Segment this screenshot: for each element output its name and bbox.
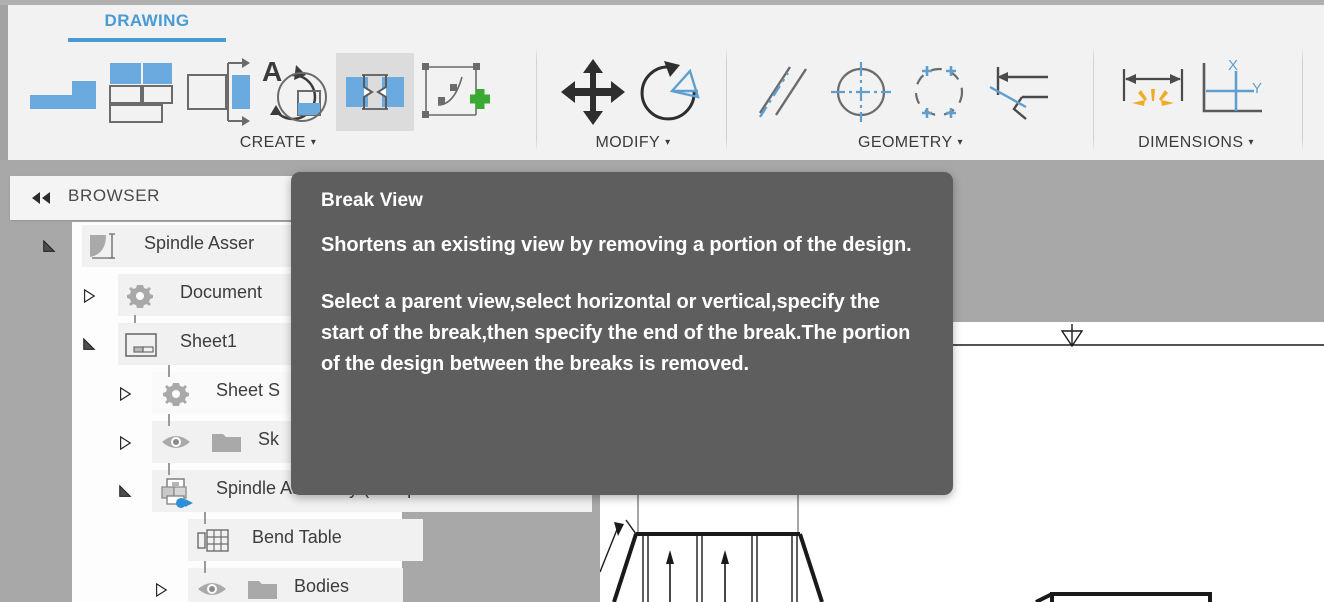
ribbon-divider-2 <box>726 47 727 152</box>
ribbon-toolbar: DRAWING A CREATE ▾ MODIFY ▾ GEOMETRY ▾ X… <box>8 5 1324 160</box>
tooltip-title: Break View <box>321 190 424 211</box>
center-mark-icon <box>831 62 891 122</box>
expander-expanded-icon[interactable] <box>82 336 96 354</box>
tree-label: Sheet1 <box>180 331 238 351</box>
window-left-strip <box>0 5 8 160</box>
chevron-down-icon: ▾ <box>1248 137 1254 148</box>
detail-view-icon <box>422 63 490 118</box>
ribbon-button-dimension[interactable] <box>1114 53 1192 131</box>
browser-title: BROWSER <box>68 186 161 205</box>
ribbon-group-label-geometry[interactable]: GEOMETRY ▾ <box>738 134 1083 152</box>
eye-icon[interactable] <box>196 575 228 602</box>
chevron-down-icon: ▾ <box>665 137 671 148</box>
chevron-down-icon: ▾ <box>310 137 317 148</box>
tree-label: Document <box>180 282 263 302</box>
ribbon-group-label-create[interactable]: CREATE ▾ <box>20 134 536 152</box>
tooltip-break-view: Break View Shortens an existing view by … <box>291 172 953 495</box>
tree-label: Sk <box>258 429 280 449</box>
view-icon <box>161 478 193 508</box>
base-view-icon <box>30 81 96 109</box>
tree-label: Spindle Asser <box>144 233 255 253</box>
ribbon-group-dimensions: X Y DIMENSIONS ▾ <box>1106 5 1286 160</box>
ribbon-button-base-view[interactable] <box>24 53 102 131</box>
ribbon-group-label-modify[interactable]: MODIFY ▾ <box>548 134 718 152</box>
sheet-icon <box>125 333 157 357</box>
collapse-left-icon[interactable] <box>30 190 54 206</box>
move-arrows-icon <box>561 59 625 125</box>
svg-text:X: X <box>1228 57 1238 74</box>
tree-label: Sheet S <box>216 380 281 400</box>
expander-collapsed-icon[interactable] <box>82 287 96 305</box>
expander-collapsed-icon[interactable] <box>118 434 132 452</box>
projected-view-icon <box>109 63 173 123</box>
ribbon-button-break-view[interactable] <box>336 53 414 131</box>
ribbon-divider-3 <box>1093 47 1094 152</box>
ribbon-group-geometry: GEOMETRY ▾ <box>738 5 1083 160</box>
ribbon-divider-1 <box>536 47 537 152</box>
ribbon-button-ordinate-dimension[interactable]: X Y <box>1192 53 1270 131</box>
centerline-icon <box>758 66 808 118</box>
eye-icon[interactable] <box>160 428 192 456</box>
ribbon-button-center-mark[interactable] <box>822 53 900 131</box>
folder-icon <box>248 581 277 599</box>
group-label-text: CREATE <box>239 134 306 151</box>
application-window: DRAWING A CREATE ▾ MODIFY ▾ GEOMETRY ▾ X… <box>0 0 1324 602</box>
break-view-icon <box>346 74 404 110</box>
expander-collapsed-icon[interactable] <box>118 385 132 403</box>
ribbon-button-section-view[interactable]: A <box>258 53 336 131</box>
chevron-down-icon: ▾ <box>957 137 963 148</box>
edge-extension-icon <box>989 67 1048 120</box>
ribbon-button-projected-view[interactable] <box>102 53 180 131</box>
dimension-icon <box>1122 69 1184 106</box>
ribbon-group-modify: MODIFY ▾ <box>548 5 718 160</box>
drawing-document-icon <box>90 233 115 259</box>
ribbon-button-centerline[interactable] <box>744 53 822 131</box>
table-icon <box>197 529 229 552</box>
tooltip-paragraph-1: Shortens an existing view by removing a … <box>321 234 912 256</box>
ordinate-dimension-icon: X Y <box>1202 57 1262 113</box>
ribbon-button-move-view[interactable] <box>554 53 632 131</box>
ribbon-group-create: A CREATE ▾ <box>20 5 536 160</box>
group-label-text: DIMENSIONS <box>1138 134 1244 151</box>
tree-row-bend-table[interactable]: Bend Table <box>0 512 600 565</box>
expander-expanded-icon[interactable] <box>118 483 132 501</box>
rotate-icon <box>640 61 700 121</box>
section-view-icon: A <box>262 56 327 122</box>
svg-text:A: A <box>262 56 282 87</box>
tree-row-bodies[interactable]: Bodies <box>0 561 600 602</box>
center-mark-pattern-icon <box>914 66 964 118</box>
ribbon-button-center-mark-pattern[interactable] <box>900 53 978 131</box>
ribbon-button-edge-extension[interactable] <box>978 53 1056 131</box>
tree-label: Bend Table <box>252 527 342 547</box>
tree-label: Bodies <box>294 576 350 596</box>
ribbon-button-auxiliary-view[interactable] <box>180 53 258 131</box>
ribbon-group-label-dimensions[interactable]: DIMENSIONS ▾ <box>1106 134 1286 152</box>
folder-icon <box>212 434 241 452</box>
ribbon-button-detail-view[interactable] <box>414 53 492 131</box>
group-label-text: MODIFY <box>595 134 661 151</box>
auxiliary-view-icon <box>187 58 250 126</box>
settings-gear-icon <box>127 285 153 308</box>
expander-expanded-icon[interactable] <box>42 238 56 256</box>
svg-text:Y: Y <box>1252 80 1262 97</box>
expander-collapsed-icon[interactable] <box>154 581 168 599</box>
settings-gear-icon <box>163 383 189 406</box>
group-label-text: GEOMETRY <box>858 134 953 151</box>
ribbon-divider-4 <box>1302 47 1303 152</box>
ribbon-button-rotate-view[interactable] <box>632 53 710 131</box>
tooltip-paragraph-2: Select a parent view,select horizontal o… <box>321 291 911 375</box>
